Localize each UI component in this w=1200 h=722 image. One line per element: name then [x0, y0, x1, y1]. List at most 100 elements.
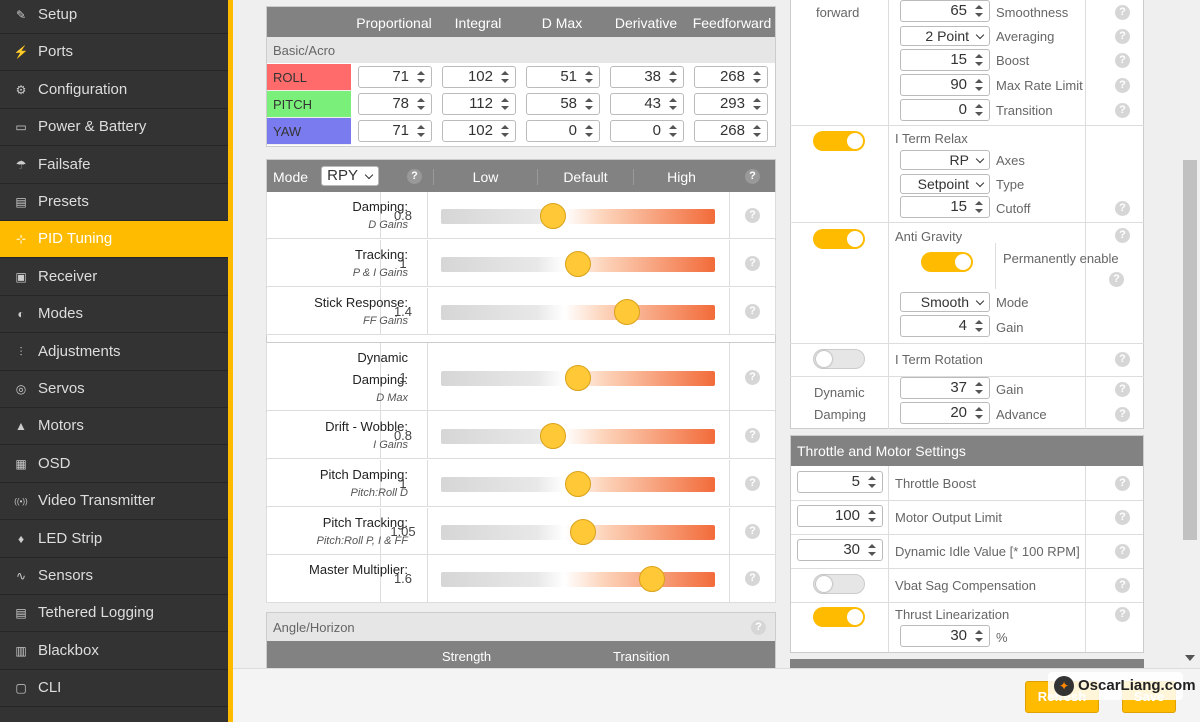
permanently-enable-help-icon[interactable]: ? — [1109, 272, 1124, 287]
anti-gravity-gain-input[interactable]: 4 — [900, 315, 990, 337]
pid-input-roll-proportional[interactable]: 71 — [358, 66, 432, 88]
motor-limit-input[interactable]: 100 — [797, 505, 883, 527]
ff-transition-input[interactable]: 0 — [900, 99, 990, 121]
ff-boost-input[interactable]: 15 — [900, 49, 990, 71]
slider-help-icon[interactable]: ? — [745, 427, 760, 443]
sidebar-item-ports[interactable]: ⚡ Ports — [0, 34, 228, 72]
sidebar-item-presets[interactable]: ▤ Presets — [0, 184, 228, 221]
transition-help-icon[interactable]: ? — [1115, 103, 1130, 118]
next-panel-header — [790, 659, 1144, 668]
sidebar-item-receiver[interactable]: ▣ Receiver — [0, 259, 228, 296]
slider-knob[interactable] — [540, 202, 567, 229]
slider-knob[interactable] — [565, 364, 591, 391]
sidebar-item-servos[interactable]: ◎ Servos — [0, 371, 228, 408]
sidebar-item-cli[interactable]: ▢ CLI — [0, 670, 228, 708]
pid-input-pitch-integral[interactable]: 112 — [442, 93, 516, 115]
slider-track[interactable] — [441, 428, 715, 444]
ff-averaging-select[interactable]: 2 Point — [900, 26, 990, 46]
dyn-advance-help-icon[interactable]: ? — [1115, 407, 1130, 422]
idle-value-input[interactable]: 30 — [797, 539, 883, 561]
dyn-damping-gain-input[interactable]: 37 — [900, 377, 990, 399]
pid-input-pitch-proportional[interactable]: 78 — [358, 93, 432, 115]
sidebar-item-power-battery[interactable]: ▭ Power & Battery — [0, 109, 228, 147]
iterm-relax-cutoff-input[interactable]: 15 — [900, 196, 990, 218]
slider-help-icon[interactable]: ? — [745, 571, 760, 586]
slider-knob[interactable] — [540, 422, 567, 449]
sidebar-item-failsafe[interactable]: ☂ Failsafe — [0, 147, 228, 184]
slider-track[interactable] — [441, 572, 715, 587]
throttle-boost-input[interactable]: 5 — [797, 471, 883, 493]
scroll-down-arrow[interactable] — [1185, 655, 1195, 661]
anti-gravity-toggle[interactable] — [813, 229, 865, 249]
anti-gravity-help-icon[interactable]: ? — [1115, 228, 1130, 243]
ff-smoothness-input[interactable]: 65 — [900, 0, 990, 22]
vbat-sag-toggle[interactable] — [813, 574, 865, 594]
sidebar-item-led-strip[interactable]: ♦ LED Strip — [0, 521, 228, 558]
mode-help-icon[interactable]: ? — [407, 169, 422, 184]
pid-input-yaw-d-max[interactable]: 0 — [526, 120, 600, 142]
thrust-linearization-toggle[interactable] — [813, 607, 865, 627]
scrollbar-thumb[interactable] — [1183, 160, 1197, 540]
slider-knob[interactable] — [565, 250, 591, 277]
sidebar-item-adjustments[interactable]: ⫶ Adjustments — [0, 334, 228, 371]
sidebar-item-sensors[interactable]: ∿ Sensors — [0, 558, 228, 595]
pid-input-pitch-d-max[interactable]: 58 — [526, 93, 600, 115]
pid-input-yaw-integral[interactable]: 102 — [442, 120, 516, 142]
vbat-help-icon[interactable]: ? — [1115, 578, 1130, 593]
pid-input-roll-derivative[interactable]: 38 — [610, 66, 684, 88]
slider-help-icon[interactable]: ? — [745, 303, 760, 319]
angle-help-icon[interactable]: ? — [751, 620, 766, 635]
pid-input-pitch-derivative[interactable]: 43 — [610, 93, 684, 115]
slider-track[interactable] — [441, 304, 715, 320]
max-rate-help-icon[interactable]: ? — [1115, 78, 1130, 93]
slider-help-icon[interactable]: ? — [745, 523, 760, 539]
slider-help-icon[interactable]: ? — [745, 369, 760, 385]
slider-knob[interactable] — [570, 518, 597, 545]
sidebar-item-pid-tuning[interactable]: ⊹ PID Tuning — [0, 221, 228, 259]
sidebar-item-modes[interactable]: ◐ Modes — [0, 296, 228, 334]
iterm-relax-toggle[interactable] — [813, 131, 865, 151]
sidebar-item-tethered-logging[interactable]: ▤ Tethered Logging — [0, 595, 228, 633]
slider-knob[interactable] — [565, 470, 591, 497]
throttle-boost-help-icon[interactable]: ? — [1115, 476, 1130, 491]
slider-help-icon[interactable]: ? — [745, 255, 760, 271]
pid-input-roll-d-max[interactable]: 51 — [526, 66, 600, 88]
iterm-rotation-help-icon[interactable]: ? — [1115, 352, 1130, 367]
pid-input-yaw-feedforward[interactable]: 268 — [694, 120, 768, 142]
slider-help-icon[interactable]: ? — [745, 207, 760, 223]
slider-sublabel: D Max — [376, 392, 408, 404]
pid-input-roll-feedforward[interactable]: 268 — [694, 66, 768, 88]
pid-input-pitch-feedforward[interactable]: 293 — [694, 93, 768, 115]
sidebar-item-motors[interactable]: ▲ Motors — [0, 408, 228, 446]
permanently-enable-toggle[interactable] — [921, 252, 973, 272]
slider-knob[interactable] — [638, 566, 665, 592]
averaging-help-icon[interactable]: ? — [1115, 29, 1130, 44]
dyn-damping-advance-input[interactable]: 20 — [900, 402, 990, 424]
iterm-relax-axes-select[interactable]: RP — [900, 150, 990, 170]
pid-input-yaw-derivative[interactable]: 0 — [610, 120, 684, 142]
iterm-rotation-toggle[interactable] — [813, 349, 865, 369]
sidebar-item-configuration[interactable]: ⚙ Configuration — [0, 72, 228, 109]
dyn-gain-help-icon[interactable]: ? — [1115, 382, 1130, 397]
slider-knob[interactable] — [614, 298, 641, 325]
sidebar-item-blackbox[interactable]: ▥ Blackbox — [0, 633, 228, 670]
header-help-icon[interactable]: ? — [745, 169, 760, 184]
idle-help-icon[interactable]: ? — [1115, 544, 1130, 559]
smoothness-help-icon[interactable]: ? — [1115, 5, 1130, 20]
mode-select[interactable]: RPY — [321, 166, 379, 186]
motor-limit-help-icon[interactable]: ? — [1115, 510, 1130, 525]
thrust-linearization-input[interactable]: 30 — [900, 625, 990, 647]
pid-input-yaw-proportional[interactable]: 71 — [358, 120, 432, 142]
slider-track[interactable] — [441, 208, 715, 224]
sidebar-item-video-transmitter[interactable]: ((•)) Video Transmitter — [0, 483, 228, 521]
ff-max-rate-input[interactable]: 90 — [900, 74, 990, 96]
pid-input-roll-integral[interactable]: 102 — [442, 66, 516, 88]
thrust-help-icon[interactable]: ? — [1115, 607, 1130, 622]
boost-help-icon[interactable]: ? — [1115, 53, 1130, 68]
sidebar-item-setup[interactable]: ✎ Setup — [0, 0, 228, 34]
anti-gravity-mode-select[interactable]: Smooth — [900, 292, 990, 312]
slider-help-icon[interactable]: ? — [745, 475, 760, 491]
iterm-relax-type-select[interactable]: Setpoint — [900, 174, 990, 194]
sidebar-item-osd[interactable]: ▦ OSD — [0, 446, 228, 483]
cutoff-help-icon[interactable]: ? — [1115, 201, 1130, 216]
